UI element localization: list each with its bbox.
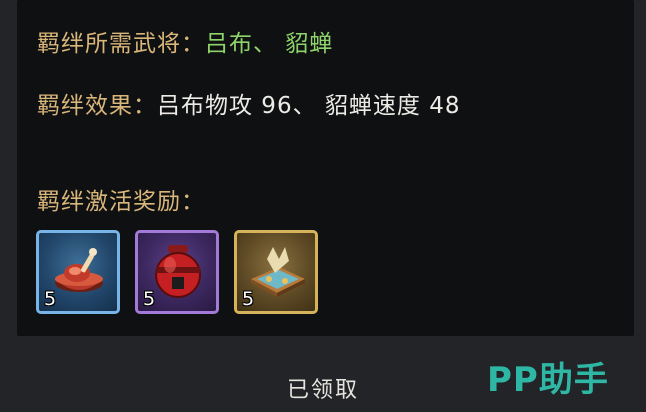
required-heroes-label: 羁绊所需武将：: [37, 31, 205, 57]
watermark-logo: PP助手: [487, 360, 609, 400]
required-heroes-line: 羁绊所需武将：吕布、 貂蝉: [37, 24, 333, 58]
bond-effect-line: 羁绊效果：吕布物攻 96、 貂蝉速度 48: [37, 86, 460, 120]
reward-count: 5: [242, 288, 255, 310]
reward-count: 5: [44, 288, 57, 310]
bond-effect-label: 羁绊效果：: [37, 93, 157, 119]
reward-slot-wine[interactable]: 5: [135, 230, 219, 314]
reward-list: 5 5 5: [36, 230, 318, 314]
treasure-box-icon: [251, 247, 305, 297]
reward-slot-meat[interactable]: 5: [36, 230, 120, 314]
required-heroes-names: 吕布、 貂蝉: [205, 31, 334, 57]
bond-dialog: 羁绊所需武将：吕布、 貂蝉 羁绊效果：吕布物攻 96、 貂蝉速度 48 羁绊激活…: [0, 0, 646, 412]
bond-effect-text: 吕布物攻 96、 貂蝉速度 48: [157, 93, 461, 119]
meat-bowl-icon: [55, 248, 103, 292]
reward-slot-treasure[interactable]: 5: [234, 230, 318, 314]
bond-info-panel: 羁绊所需武将：吕布、 貂蝉 羁绊效果：吕布物攻 96、 貂蝉速度 48 羁绊激活…: [17, 0, 634, 336]
wine-jar-icon: [155, 245, 201, 298]
reward-count: 5: [143, 288, 156, 310]
reward-title: 羁绊激活奖励：: [37, 189, 205, 215]
